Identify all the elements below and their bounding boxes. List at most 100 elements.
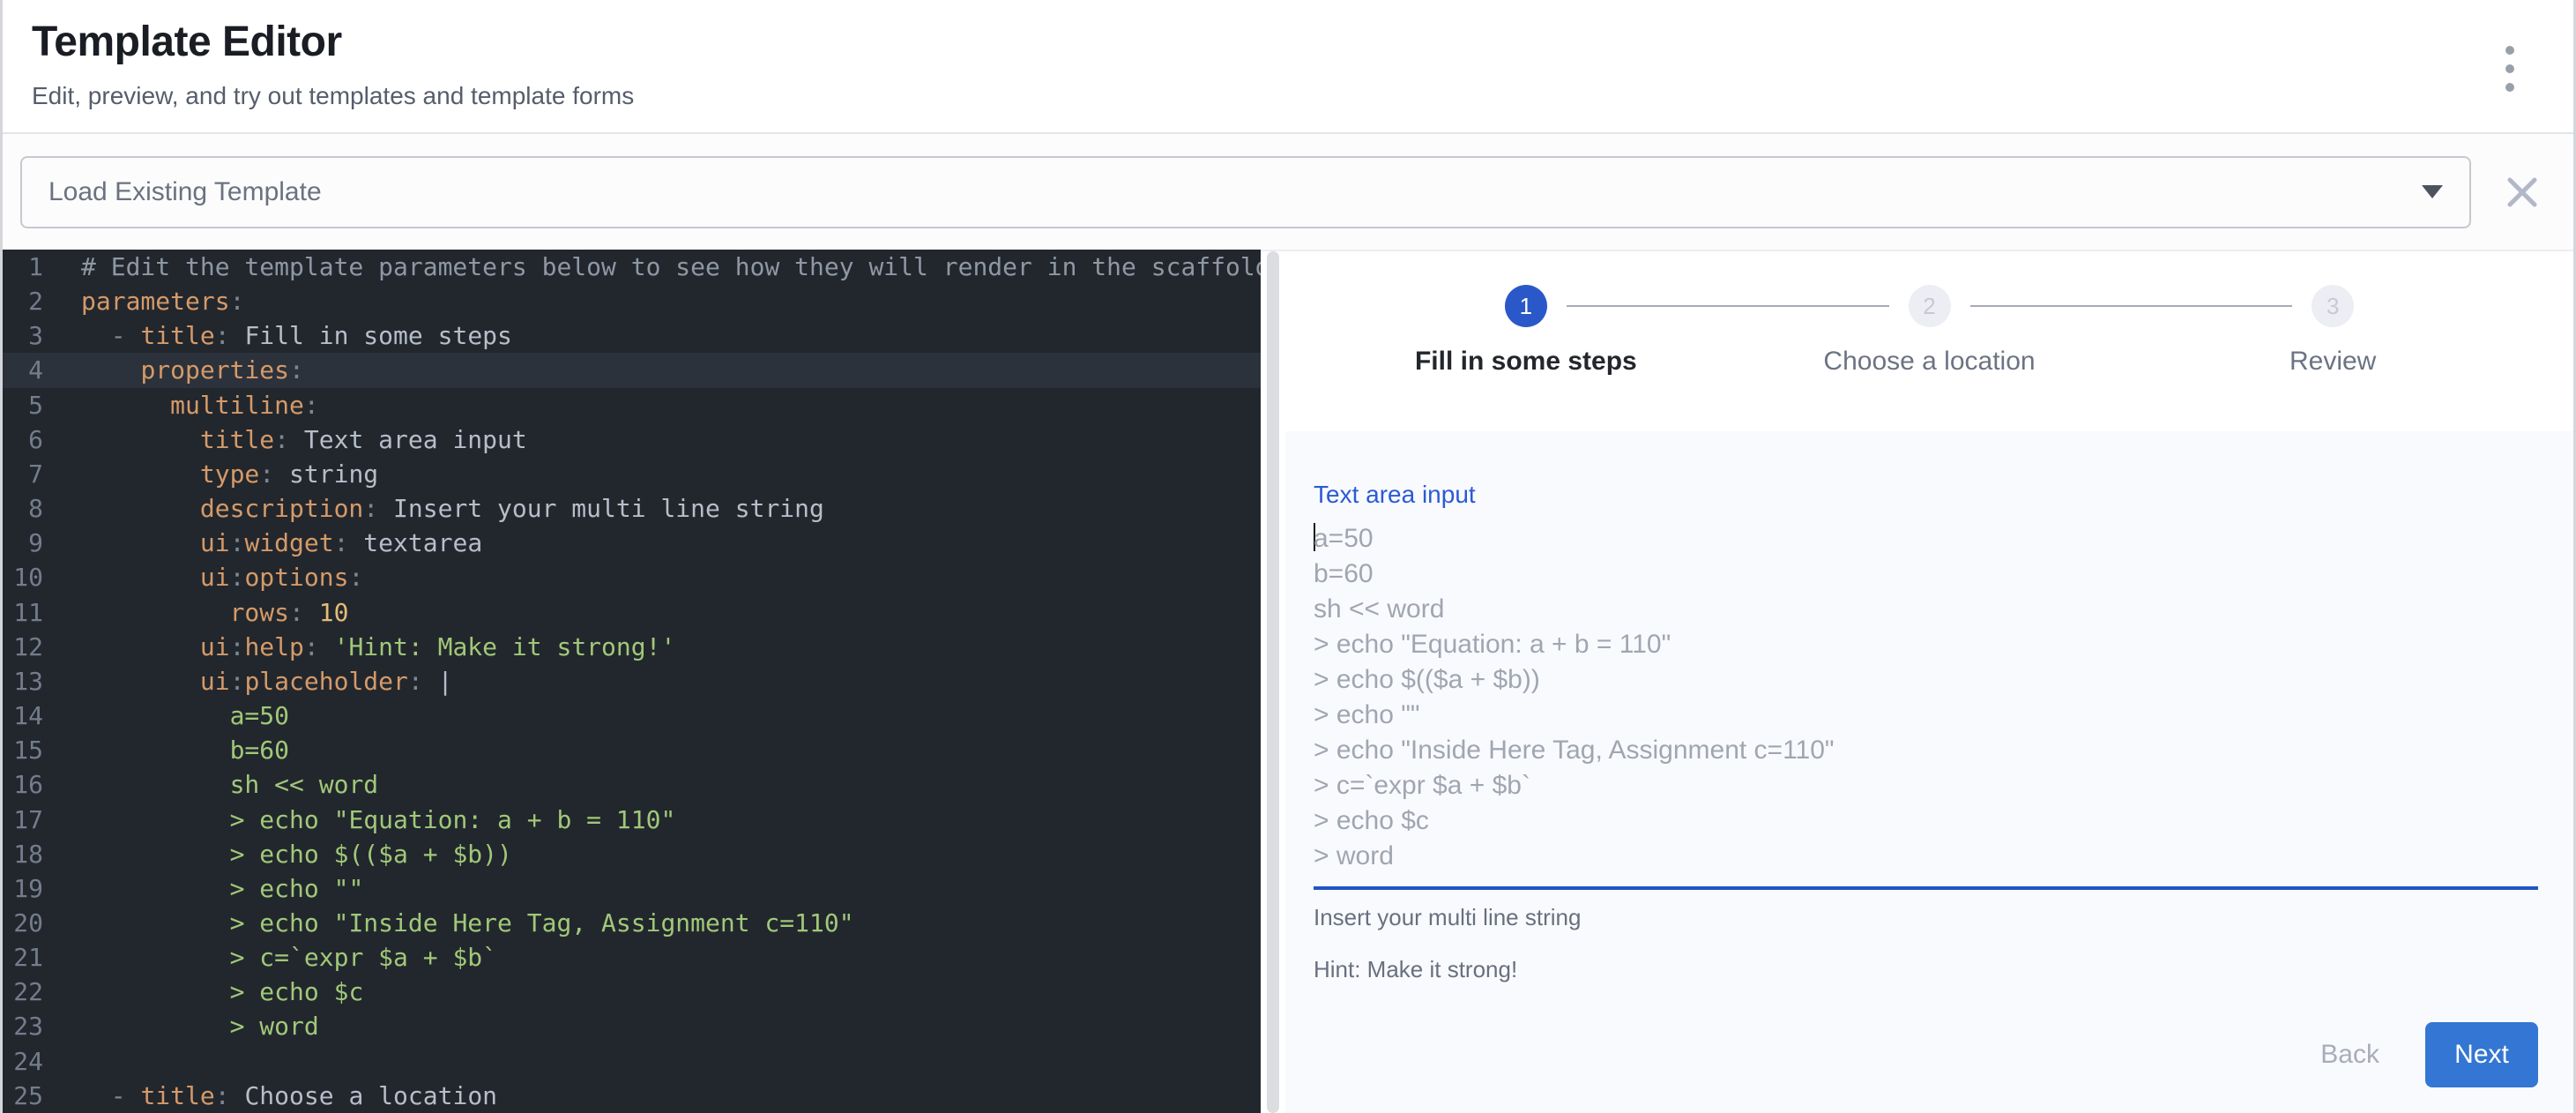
line-code: > word [43,1009,319,1043]
line-number: 20 [3,906,43,940]
editor-line[interactable]: 19 > echo "" [3,871,1261,906]
line-code: > echo "Inside Here Tag, Assignment c=11… [43,906,854,940]
textarea-placeholder-line: > c=`expr $a + $b` [1314,768,2538,803]
next-button[interactable]: Next [2425,1022,2538,1087]
line-code: multiline: [43,388,319,422]
pane-divider[interactable] [1261,250,1285,1113]
line-code: > echo $(($a + $b)) [43,837,512,871]
editor-line[interactable]: 11 rows: 10 [3,595,1261,630]
line-number: 10 [3,560,43,594]
line-code: description: Insert your multi line stri… [43,491,824,526]
stepper-connector [1567,305,1889,307]
line-number: 17 [3,803,43,837]
pane-divider-handle[interactable] [1267,251,1279,1113]
line-number: 4 [3,353,43,387]
stepper: 1Fill in some steps2Choose a location3Re… [1285,251,2573,431]
textarea-placeholder-line: > word [1314,839,2538,874]
line-number: 5 [3,388,43,422]
editor-line[interactable]: 21 > c=`expr $a + $b` [3,940,1261,975]
line-code: > echo "Equation: a + b = 110" [43,803,675,837]
line-code: b=60 [43,733,289,767]
editor-line[interactable]: 12 ui:help: 'Hint: Make it strong!' [3,630,1261,664]
editor-line[interactable]: 22 > echo $c [3,975,1261,1009]
line-code: parameters: [43,284,244,318]
line-code: > echo "" [43,871,363,906]
step-label: Choose a location [1728,347,2132,377]
line-number: 15 [3,733,43,767]
line-number: 13 [3,664,43,698]
editor-line[interactable]: 18 > echo $(($a + $b)) [3,837,1261,871]
line-code: ui:options: [43,560,363,594]
editor-line[interactable]: 1# Edit the template parameters below to… [3,250,1261,284]
line-number: 24 [3,1044,43,1079]
editor-line[interactable]: 5 multiline: [3,388,1261,422]
line-number: 16 [3,767,43,802]
line-number: 21 [3,940,43,975]
chevron-down-icon [2422,185,2443,198]
editor-line[interactable]: 3 - title: Fill in some steps [3,318,1261,353]
editor-line[interactable]: 17 > echo "Equation: a + b = 110" [3,803,1261,837]
kebab-dot-icon [2505,46,2514,55]
code-editor[interactable]: 1# Edit the template parameters below to… [3,250,1261,1113]
line-number: 3 [3,318,43,353]
textarea-placeholder-line: > echo $(($a + $b)) [1314,662,2538,698]
editor-line[interactable]: 24 [3,1044,1261,1079]
line-number: 25 [3,1079,43,1113]
field-label: Text area input [1314,481,2538,509]
step-label: Fill in some steps [1324,347,1728,377]
line-number: 6 [3,422,43,457]
editor-line[interactable]: 15 b=60 [3,733,1261,767]
line-code: a=50 [43,698,289,733]
line-code: - title: Fill in some steps [43,318,512,353]
line-code: ui:placeholder: | [43,664,452,698]
field-hint: Hint: Make it strong! [1314,956,2538,983]
line-code: type: string [43,457,378,491]
editor-line[interactable]: 16 sh << word [3,767,1261,802]
multiline-textarea[interactable]: a=50b=60sh << word> echo "Equation: a + … [1314,521,2538,874]
textarea-placeholder-line: sh << word [1314,592,2538,627]
textarea-placeholder-line: > echo "" [1314,698,2538,733]
line-number: 11 [3,595,43,630]
editor-line[interactable]: 14 a=50 [3,698,1261,733]
line-number: 22 [3,975,43,1009]
more-options-button[interactable] [2482,26,2538,111]
back-button[interactable]: Back [2299,1024,2401,1086]
stepper-step-3: 3Review [2131,285,2535,431]
editor-line[interactable]: 4 properties: [3,353,1261,387]
page-subtitle: Edit, preview, and try out templates and… [32,82,634,110]
step-circle: 2 [1909,285,1951,327]
page-title: Template Editor [32,18,634,66]
form-actions: Back Next [1314,1022,2538,1087]
line-code: - title: Choose a location [43,1079,497,1113]
textarea-placeholder-line: > echo $c [1314,803,2538,839]
editor-line[interactable]: 20 > echo "Inside Here Tag, Assignment c… [3,906,1261,940]
editor-line[interactable]: 23 > word [3,1009,1261,1043]
page-header: Template Editor Edit, preview, and try o… [3,0,2573,134]
editor-line[interactable]: 7 type: string [3,457,1261,491]
editor-line[interactable]: 2parameters: [3,284,1261,318]
line-code: sh << word [43,767,378,802]
editor-line[interactable]: 6 title: Text area input [3,422,1261,457]
line-code: > echo $c [43,975,363,1009]
editor-line[interactable]: 9 ui:widget: textarea [3,526,1261,560]
step-label: Review [2131,347,2535,377]
line-code [43,1044,81,1079]
load-template-select[interactable]: Load Existing Template [20,156,2471,228]
line-code: > c=`expr $a + $b` [43,940,497,975]
clear-selection-button[interactable] [2496,166,2549,219]
template-form: Text area input a=50b=60sh << word> echo… [1285,431,2573,1113]
line-code: properties: [43,353,304,387]
line-number: 12 [3,630,43,664]
template-preview-pane: 1Fill in some steps2Choose a location3Re… [1285,250,2573,1113]
line-number: 9 [3,526,43,560]
line-number: 23 [3,1009,43,1043]
header-titles: Template Editor Edit, preview, and try o… [32,18,634,110]
editor-line[interactable]: 25 - title: Choose a location [3,1079,1261,1113]
line-number: 7 [3,457,43,491]
line-code: ui:help: 'Hint: Make it strong!' [43,630,675,664]
template-loader-section: Load Existing Template [3,134,2573,250]
editor-line[interactable]: 8 description: Insert your multi line st… [3,491,1261,526]
editor-line[interactable]: 13 ui:placeholder: | [3,664,1261,698]
editor-line[interactable]: 10 ui:options: [3,560,1261,594]
kebab-dot-icon [2505,64,2514,73]
